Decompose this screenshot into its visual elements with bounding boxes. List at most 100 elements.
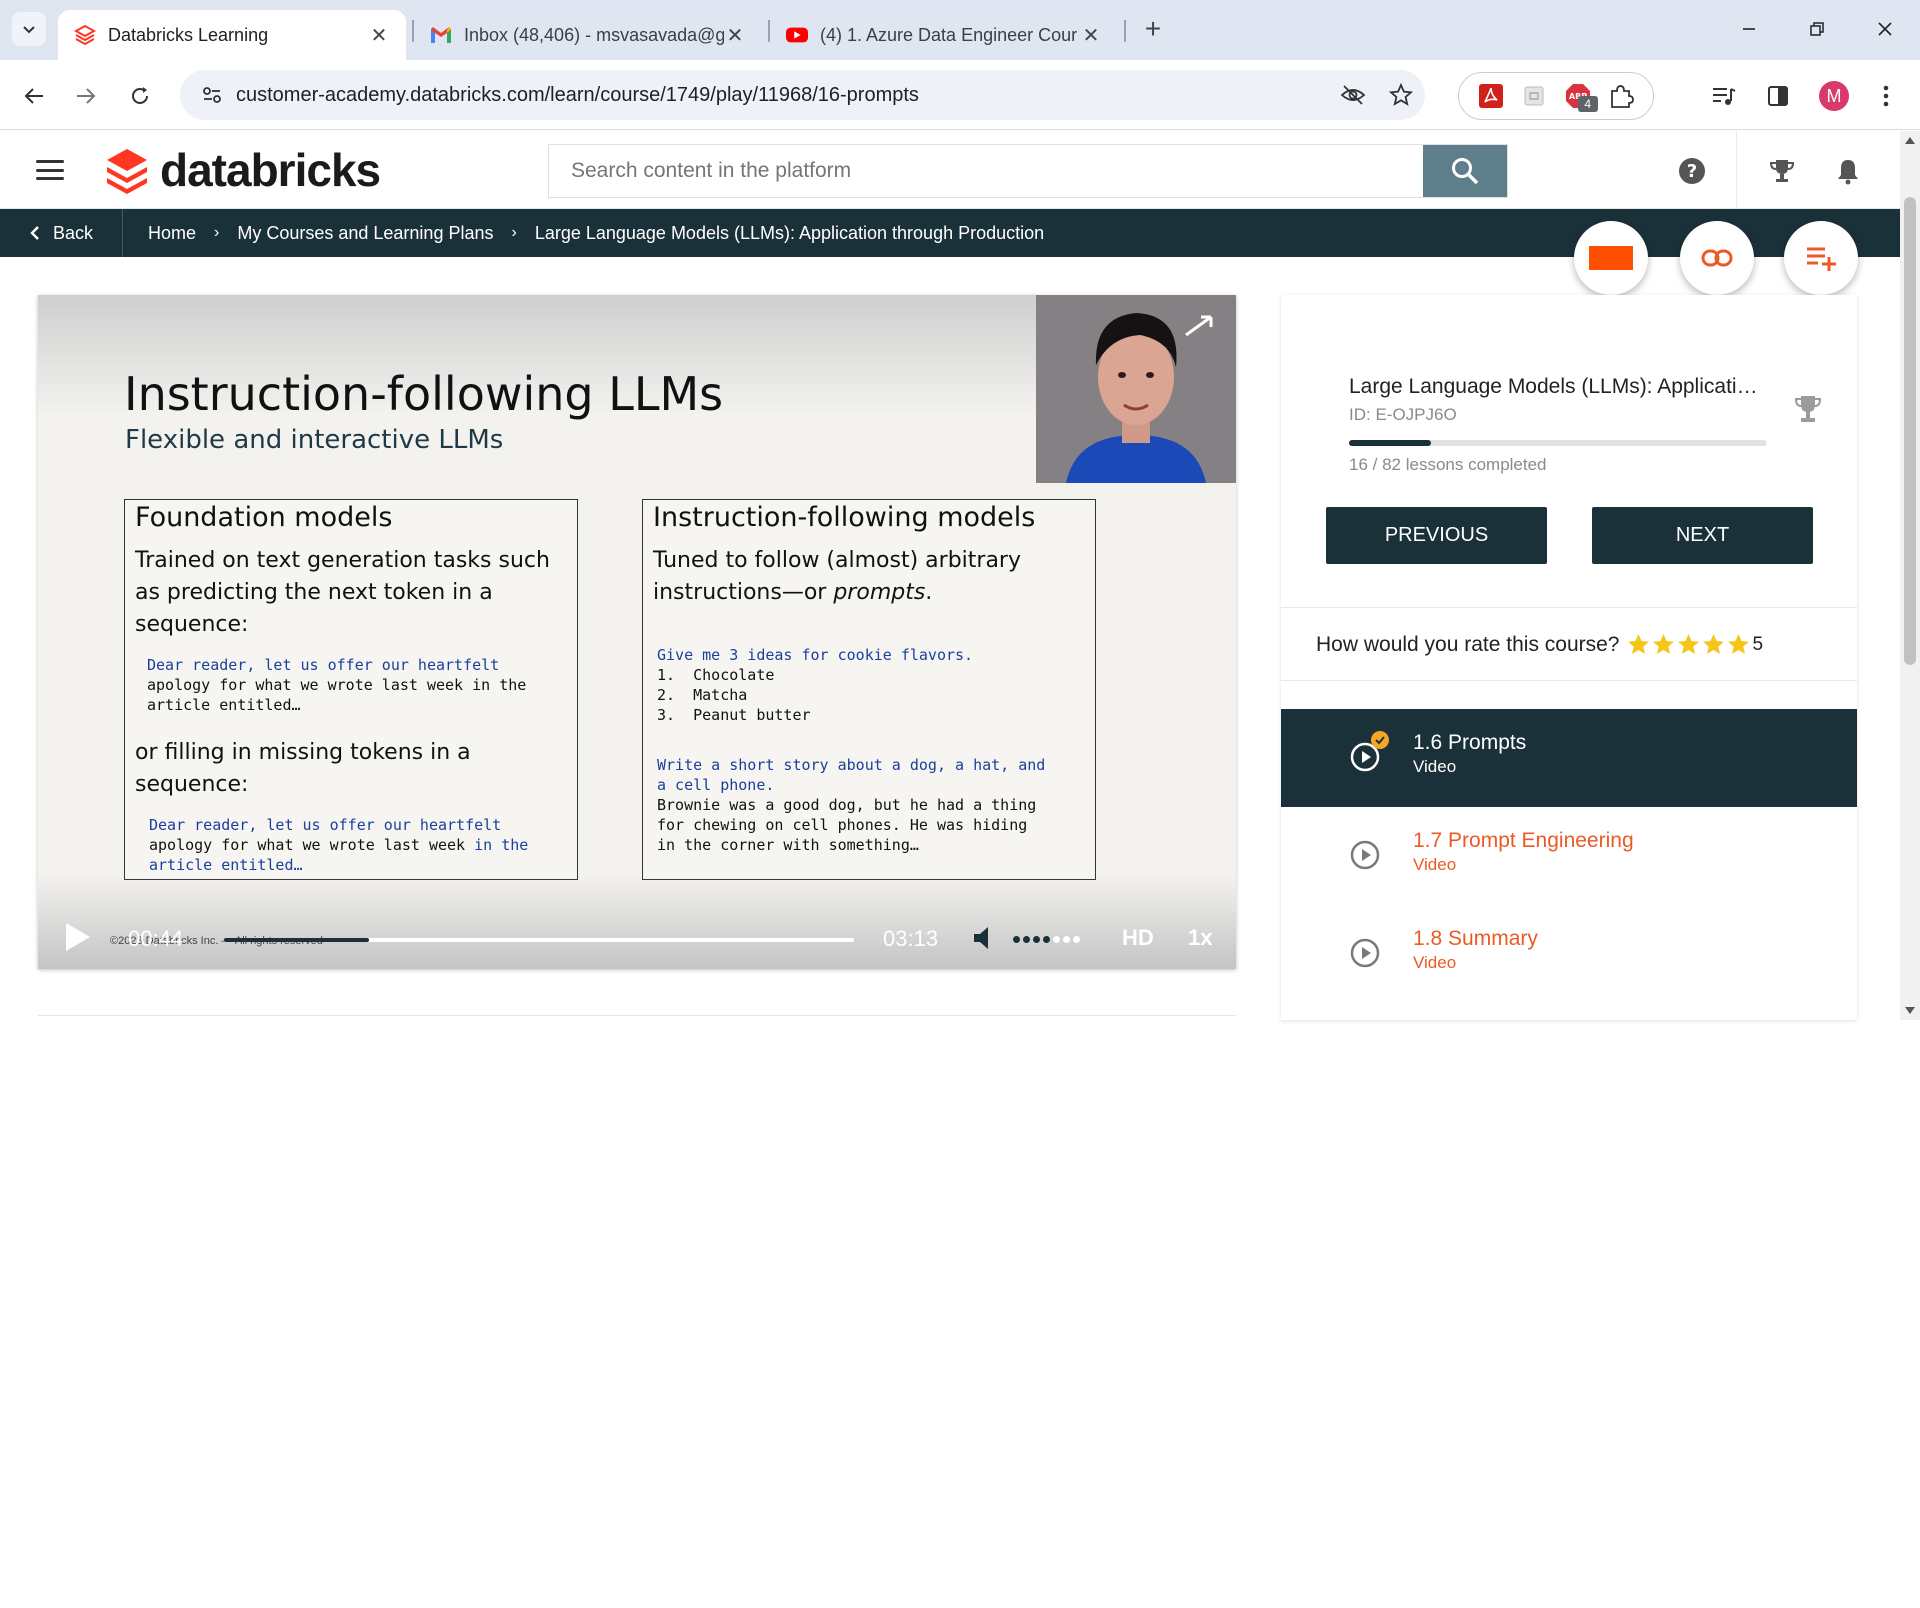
trophy-icon [1769,160,1795,182]
lesson-kind: Video [1413,757,1457,776]
play-button[interactable] [64,921,92,958]
hamburger-menu-icon[interactable] [32,155,68,185]
mute-button[interactable] [972,925,994,956]
scrollbar-thumb[interactable] [1904,197,1916,665]
url-text: customer-academy.databricks.com/learn/co… [236,83,919,106]
star-icon[interactable] [1651,632,1676,657]
browser-toolbar: customer-academy.databricks.com/learn/co… [0,60,1920,130]
profile-avatar[interactable]: M [1816,78,1852,114]
notifications-button[interactable] [1826,149,1870,193]
extensions-puzzle-icon[interactable] [1607,82,1635,110]
link-icon [1701,249,1733,267]
address-bar[interactable]: customer-academy.databricks.com/learn/co… [180,70,1425,120]
extensions-group: ABP 4 [1458,72,1654,120]
add-to-playlist-button[interactable] [1784,221,1858,295]
close-tab-icon[interactable]: ✕ [1080,24,1102,47]
star-icon[interactable] [1726,632,1751,657]
minimize-button[interactable] [1724,8,1774,50]
back-button[interactable]: Back [0,209,123,257]
reload-button[interactable] [120,76,160,116]
help-icon: ? [1679,158,1705,184]
course-progress-fill [1349,440,1431,446]
search-input[interactable] [549,145,1423,197]
breadcrumb-items: Home › My Courses and Learning Plans › L… [148,209,1044,257]
playlist-add-icon [1807,247,1836,271]
play-circle-icon [1349,937,1381,974]
page-scrollbar[interactable] [1900,131,1920,1020]
close-tab-icon[interactable]: ✕ [368,24,390,47]
achievements-button[interactable] [1760,149,1804,193]
scroll-down-icon[interactable] [1905,1007,1915,1014]
gmail-icon [430,24,452,46]
restore-icon [1810,22,1824,36]
copy-link-button[interactable] [1680,221,1754,295]
quality-button[interactable]: HD [1122,925,1154,951]
databricks-logo[interactable]: databricks [104,141,381,199]
breadcrumb-current-course[interactable]: Large Language Models (LLMs): Applicatio… [535,223,1044,244]
flag-button[interactable] [1574,221,1648,295]
scroll-up-icon[interactable] [1905,137,1915,144]
bookmark-star-icon[interactable] [1377,83,1425,107]
volume-slider[interactable] [1013,936,1080,943]
adblock-extension-icon[interactable]: ABP 4 [1564,82,1598,112]
lesson-item-summary[interactable]: 1.8 Summary Video [1281,905,1857,1003]
box-heading: Foundation models [135,502,393,533]
code-text: apology for what we wrote last week [149,836,466,854]
volume-dot [1043,936,1050,943]
forward-nav-button[interactable] [66,76,106,116]
box-text-end: . [925,580,933,605]
back-nav-button[interactable] [14,76,54,116]
duration: 03:13 [883,926,939,951]
chevron-down-icon [23,26,35,34]
code-example: Dear reader, let us offer our heartfelt … [147,655,577,715]
code-text: Write a short story about a dog, a hat, … [657,756,1046,794]
arrow-left-icon [24,88,43,104]
volume-dot [1013,936,1020,943]
pdf-extension-icon[interactable] [1477,82,1505,110]
course-progress-bar [1349,440,1767,446]
close-tab-icon[interactable]: ✕ [724,24,746,47]
databricks-favicon-icon [74,24,96,46]
divider [1281,680,1857,681]
tab-youtube[interactable]: (4) 1. Azure Data Engineer Cour ✕ [770,10,1118,60]
new-tab-button[interactable]: + [1136,12,1170,46]
restore-button[interactable] [1792,8,1842,50]
box-text: Tuned to follow (almost) arbitrary instr… [653,545,1085,609]
gray-extension-icon[interactable] [1520,82,1548,110]
next-button[interactable]: NEXT [1592,507,1813,564]
player-controls [38,875,1236,969]
media-control-icon[interactable] [1706,78,1742,114]
header-divider [1736,131,1737,209]
close-window-button[interactable] [1860,8,1910,50]
star-icon[interactable] [1676,632,1701,657]
back-label: Back [52,222,94,243]
close-icon [1878,22,1892,36]
current-time: 00:44 [128,926,184,951]
seek-bar[interactable] [224,938,854,942]
tab-databricks-learning[interactable]: Databricks Learning ✕ [58,10,406,60]
previous-button[interactable]: PREVIOUS [1326,507,1547,564]
star-icon[interactable] [1626,632,1651,657]
orange-flag-icon [1589,246,1633,270]
video-player[interactable]: Instruction-following LLMs Flexible and … [38,295,1236,969]
search-button[interactable] [1423,145,1507,197]
tab-title: Inbox (48,406) - msvasavada@g [464,24,724,45]
breadcrumb-home[interactable]: Home [148,223,196,244]
rating-stars[interactable] [1626,632,1751,657]
code-text: Brownie was a good dog, but he had a thi… [657,796,1037,854]
tab-search-button[interactable] [12,12,46,46]
tab-gmail-inbox[interactable]: Inbox (48,406) - msvasavada@g ✕ [414,10,762,60]
star-icon[interactable] [1701,632,1726,657]
minimize-icon [1743,28,1755,30]
site-settings-icon[interactable] [188,84,236,106]
playback-speed-button[interactable]: 1x [1188,925,1212,951]
breadcrumb-my-courses[interactable]: My Courses and Learning Plans [237,223,493,244]
extension-badge: 4 [1577,96,1598,112]
lesson-item-prompt-engineering[interactable]: 1.7 Prompt Engineering Video [1281,807,1857,905]
lesson-item-prompts[interactable]: 1.6 Prompts Video [1281,709,1857,807]
help-button[interactable]: ? [1670,149,1714,193]
side-panel-icon[interactable] [1760,78,1796,114]
browser-menu-icon[interactable] [1868,78,1904,114]
search-icon [1452,158,1479,185]
tracking-blocked-icon[interactable] [1329,84,1377,106]
